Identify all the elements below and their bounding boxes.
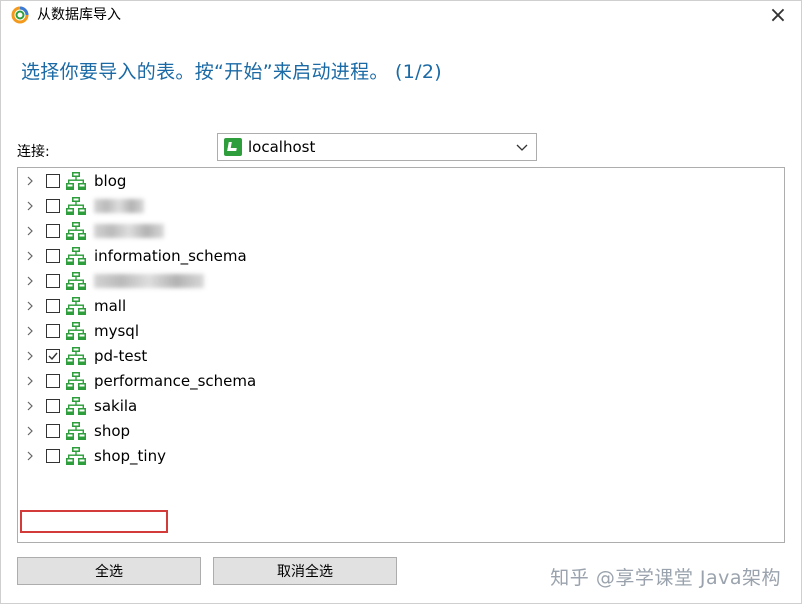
row-checkbox[interactable] — [46, 199, 60, 213]
select-all-button[interactable]: 全选 — [17, 557, 201, 585]
tree-row[interactable]: blog — [18, 169, 784, 194]
instruction-text: 选择你要导入的表。按“开始”来启动进程。 (1/2) — [21, 61, 442, 83]
chevron-right-icon[interactable] — [24, 225, 36, 237]
row-checkbox[interactable] — [46, 399, 60, 413]
database-icon — [66, 422, 86, 440]
redacted-label — [94, 224, 164, 238]
watermark: 知乎 @享学课堂 Java架构 — [550, 567, 781, 589]
database-name: shop_tiny — [94, 447, 166, 465]
tree-row[interactable] — [18, 269, 784, 294]
database-icon — [66, 397, 86, 415]
check-icon — [48, 352, 58, 361]
connection-select[interactable]: localhost — [217, 133, 537, 161]
chevron-right-icon[interactable] — [24, 375, 36, 387]
database-name: blog — [94, 172, 127, 190]
chevron-right-icon[interactable] — [24, 200, 36, 212]
connection-value: localhost — [248, 138, 316, 156]
tree-row[interactable]: shop — [18, 419, 784, 444]
row-checkbox[interactable] — [46, 274, 60, 288]
database-name: pd-test — [94, 347, 148, 365]
row-checkbox[interactable] — [46, 349, 60, 363]
database-icon — [66, 322, 86, 340]
app-logo-icon — [11, 6, 29, 24]
tree-row[interactable]: shop_tiny — [18, 444, 784, 469]
database-icon — [66, 297, 86, 315]
database-icon — [66, 347, 86, 365]
import-dialog: 从数据库导入 × 选择你要导入的表。按“开始”来启动进程。 (1/2) 连接: … — [0, 0, 802, 604]
tree-row[interactable]: pd-test — [18, 344, 784, 369]
redacted-label — [94, 274, 204, 288]
chevron-right-icon[interactable] — [24, 325, 36, 337]
chevron-right-icon[interactable] — [24, 275, 36, 287]
tree-row[interactable]: mall — [18, 294, 784, 319]
chevron-down-icon — [516, 144, 528, 151]
chevron-right-icon[interactable] — [24, 450, 36, 462]
redacted-label — [94, 199, 144, 213]
connection-icon — [224, 138, 242, 156]
selection-highlight — [20, 510, 168, 533]
database-icon — [66, 272, 86, 290]
row-checkbox[interactable] — [46, 374, 60, 388]
row-checkbox[interactable] — [46, 449, 60, 463]
database-icon — [66, 222, 86, 240]
deselect-all-button[interactable]: 取消全选 — [213, 557, 397, 585]
tree-row[interactable] — [18, 194, 784, 219]
tree-row[interactable]: performance_schema — [18, 369, 784, 394]
database-icon — [66, 197, 86, 215]
tree-row[interactable] — [18, 219, 784, 244]
database-icon — [66, 172, 86, 190]
row-checkbox[interactable] — [46, 174, 60, 188]
database-icon — [66, 447, 86, 465]
database-name: performance_schema — [94, 372, 257, 390]
chevron-right-icon[interactable] — [24, 250, 36, 262]
window-title: 从数据库导入 — [37, 7, 121, 23]
tree-row[interactable]: sakila — [18, 394, 784, 419]
chevron-right-icon[interactable] — [24, 175, 36, 187]
database-name: mall — [94, 297, 127, 315]
chevron-right-icon[interactable] — [24, 350, 36, 362]
chevron-right-icon[interactable] — [24, 425, 36, 437]
connection-label: 连接: — [17, 144, 50, 160]
title-bar: 从数据库导入 × — [1, 1, 801, 29]
database-name: mysql — [94, 322, 139, 340]
database-icon — [66, 372, 86, 390]
tree-row[interactable]: information_schema — [18, 244, 784, 269]
database-tree[interactable]: blog information_schemamall mysql pd-test pe… — [17, 167, 785, 543]
row-checkbox[interactable] — [46, 224, 60, 238]
row-checkbox[interactable] — [46, 424, 60, 438]
close-icon: × — [768, 2, 788, 28]
row-checkbox[interactable] — [46, 249, 60, 263]
chevron-right-icon[interactable] — [24, 300, 36, 312]
database-name: information_schema — [94, 247, 247, 265]
chevron-right-icon[interactable] — [24, 400, 36, 412]
close-button[interactable]: × — [755, 1, 801, 29]
database-name: sakila — [94, 397, 138, 415]
database-icon — [66, 247, 86, 265]
row-checkbox[interactable] — [46, 324, 60, 338]
tree-row[interactable]: mysql — [18, 319, 784, 344]
database-name: shop — [94, 422, 131, 440]
row-checkbox[interactable] — [46, 299, 60, 313]
